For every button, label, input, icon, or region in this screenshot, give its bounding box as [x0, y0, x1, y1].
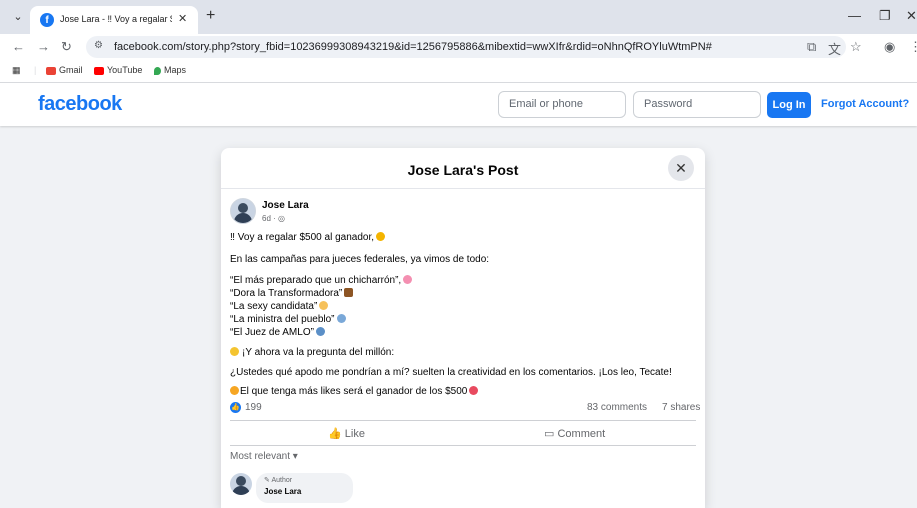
like-reaction-icon[interactable]: 👍	[230, 402, 241, 413]
post-line: ‼ Voy a regalar $500 al ganador,	[230, 232, 385, 243]
close-window-icon[interactable]: ✕	[906, 8, 917, 24]
comment-avatar[interactable]	[230, 473, 252, 495]
avatar[interactable]	[230, 198, 256, 224]
forgot-account-link[interactable]: Forgot Account?	[821, 98, 909, 110]
heart-eyes-icon	[469, 386, 479, 395]
email-field[interactable]: Email or phone	[498, 91, 626, 118]
comment-sort-dropdown[interactable]: Most relevant ▾	[230, 451, 298, 462]
shares-count[interactable]: 7 shares	[662, 402, 700, 413]
profile-icon[interactable]: ◉	[884, 39, 895, 55]
post-line: “Dora la Transformadora”	[230, 288, 354, 299]
post-modal: Jose Lara's Post ✕ Jose Lara 6d · ◎ ‼ Vo…	[221, 148, 705, 508]
trophy-icon	[376, 232, 385, 241]
menu-icon[interactable]: ⋮	[909, 39, 917, 55]
comment-bubble: ✎ Author Jose Lara	[256, 473, 353, 503]
comment-button[interactable]: ▭ Comment	[544, 427, 605, 440]
translate-icon[interactable]: 文	[828, 39, 841, 58]
gmail-icon	[46, 66, 56, 75]
restore-icon[interactable]: ❐	[879, 8, 891, 24]
post-line: “La ministra del pueblo”	[230, 314, 346, 325]
comment-icon: ▭	[544, 428, 555, 440]
comments-count[interactable]: 83 comments	[587, 402, 647, 413]
login-button[interactable]: Log In	[767, 92, 811, 118]
facebook-header: facebook Email or phone Password Log In …	[0, 83, 917, 126]
bookmark-star-icon[interactable]: ☆	[850, 39, 862, 55]
bookmarks-divider: |	[34, 65, 37, 75]
url-text[interactable]: facebook.com/story.php?story_fbid=102369…	[114, 41, 712, 53]
briefcase-icon	[344, 288, 354, 297]
maps-icon	[154, 66, 161, 75]
facebook-favicon-icon: f	[40, 13, 54, 27]
woman-judge-icon	[336, 314, 346, 323]
globe-icon: ◎	[278, 214, 285, 223]
party-popper-icon	[230, 386, 239, 395]
cast-icon[interactable]: ⧉	[807, 39, 816, 55]
post-line: “La sexy candidata”	[230, 301, 329, 312]
post-time[interactable]: 6d · ◎	[262, 214, 285, 223]
grinning-face-icon	[230, 347, 239, 356]
forward-icon[interactable]: →	[37, 39, 50, 54]
comment-author[interactable]: Jose Lara	[264, 487, 301, 496]
site-info-icon[interactable]: ⚙	[94, 40, 103, 51]
reload-icon[interactable]: ↻	[61, 39, 72, 55]
post-line: ¡Y ahora va la pregunta del millón:	[230, 347, 394, 358]
bookmark-youtube[interactable]: YouTube	[94, 65, 142, 75]
bookmarks-bar: ▦ | Gmail YouTube Maps	[0, 60, 917, 83]
pig-face-icon	[403, 275, 413, 284]
reactions-bar: 👍 199 83 comments 7 shares	[230, 401, 700, 415]
post-line: El que tenga más likes será el ganador d…	[230, 386, 479, 397]
man-judge-icon	[315, 327, 325, 336]
apps-icon[interactable]: ▦	[12, 65, 21, 76]
modal-divider	[221, 188, 705, 189]
nail-polish-icon	[319, 301, 329, 310]
tab-search-icon[interactable]: ⌄	[10, 9, 26, 25]
tab-close-icon[interactable]: ✕	[178, 12, 187, 25]
browser-tab[interactable]: f Jose Lara - ‼ Voy a regalar $500 ✕	[30, 6, 198, 34]
password-field[interactable]: Password	[633, 91, 761, 118]
post-line: “El Juez de AMLO”	[230, 327, 325, 338]
close-icon[interactable]: ✕	[668, 155, 694, 181]
browser-tabstrip: ⌄ f Jose Lara - ‼ Voy a regalar $500 ✕ +…	[0, 0, 917, 34]
author-badge: ✎ Author	[264, 477, 293, 484]
facebook-logo[interactable]: facebook	[38, 93, 122, 116]
browser-toolbar: ← → ↻ ⚙ facebook.com/story.php?story_fbi…	[0, 34, 917, 60]
post-author[interactable]: Jose Lara	[262, 200, 309, 211]
back-icon[interactable]: ←	[12, 39, 25, 54]
new-tab-icon[interactable]: +	[206, 7, 215, 25]
modal-title: Jose Lara's Post	[407, 162, 519, 178]
bookmark-gmail[interactable]: Gmail	[46, 65, 83, 75]
divider	[230, 420, 696, 421]
post-line: En las campañas para jueces federales, y…	[230, 254, 490, 265]
tab-title: Jose Lara - ‼ Voy a regalar $500	[60, 14, 172, 24]
minimize-icon[interactable]: —	[848, 8, 861, 23]
divider	[230, 445, 696, 446]
youtube-icon	[94, 66, 104, 75]
address-bar[interactable]: ⚙ facebook.com/story.php?story_fbid=1023…	[86, 36, 846, 58]
post-line: ¿Ustedes qué apodo me pondrían a mí? sue…	[230, 367, 672, 378]
thumbs-up-icon: 👍	[328, 428, 342, 440]
bookmark-maps[interactable]: Maps	[154, 65, 186, 75]
like-button[interactable]: 👍 Like	[328, 427, 365, 440]
post-line: “El más preparado que un chicharrón”,	[230, 275, 413, 286]
reaction-count[interactable]: 199	[245, 402, 262, 413]
